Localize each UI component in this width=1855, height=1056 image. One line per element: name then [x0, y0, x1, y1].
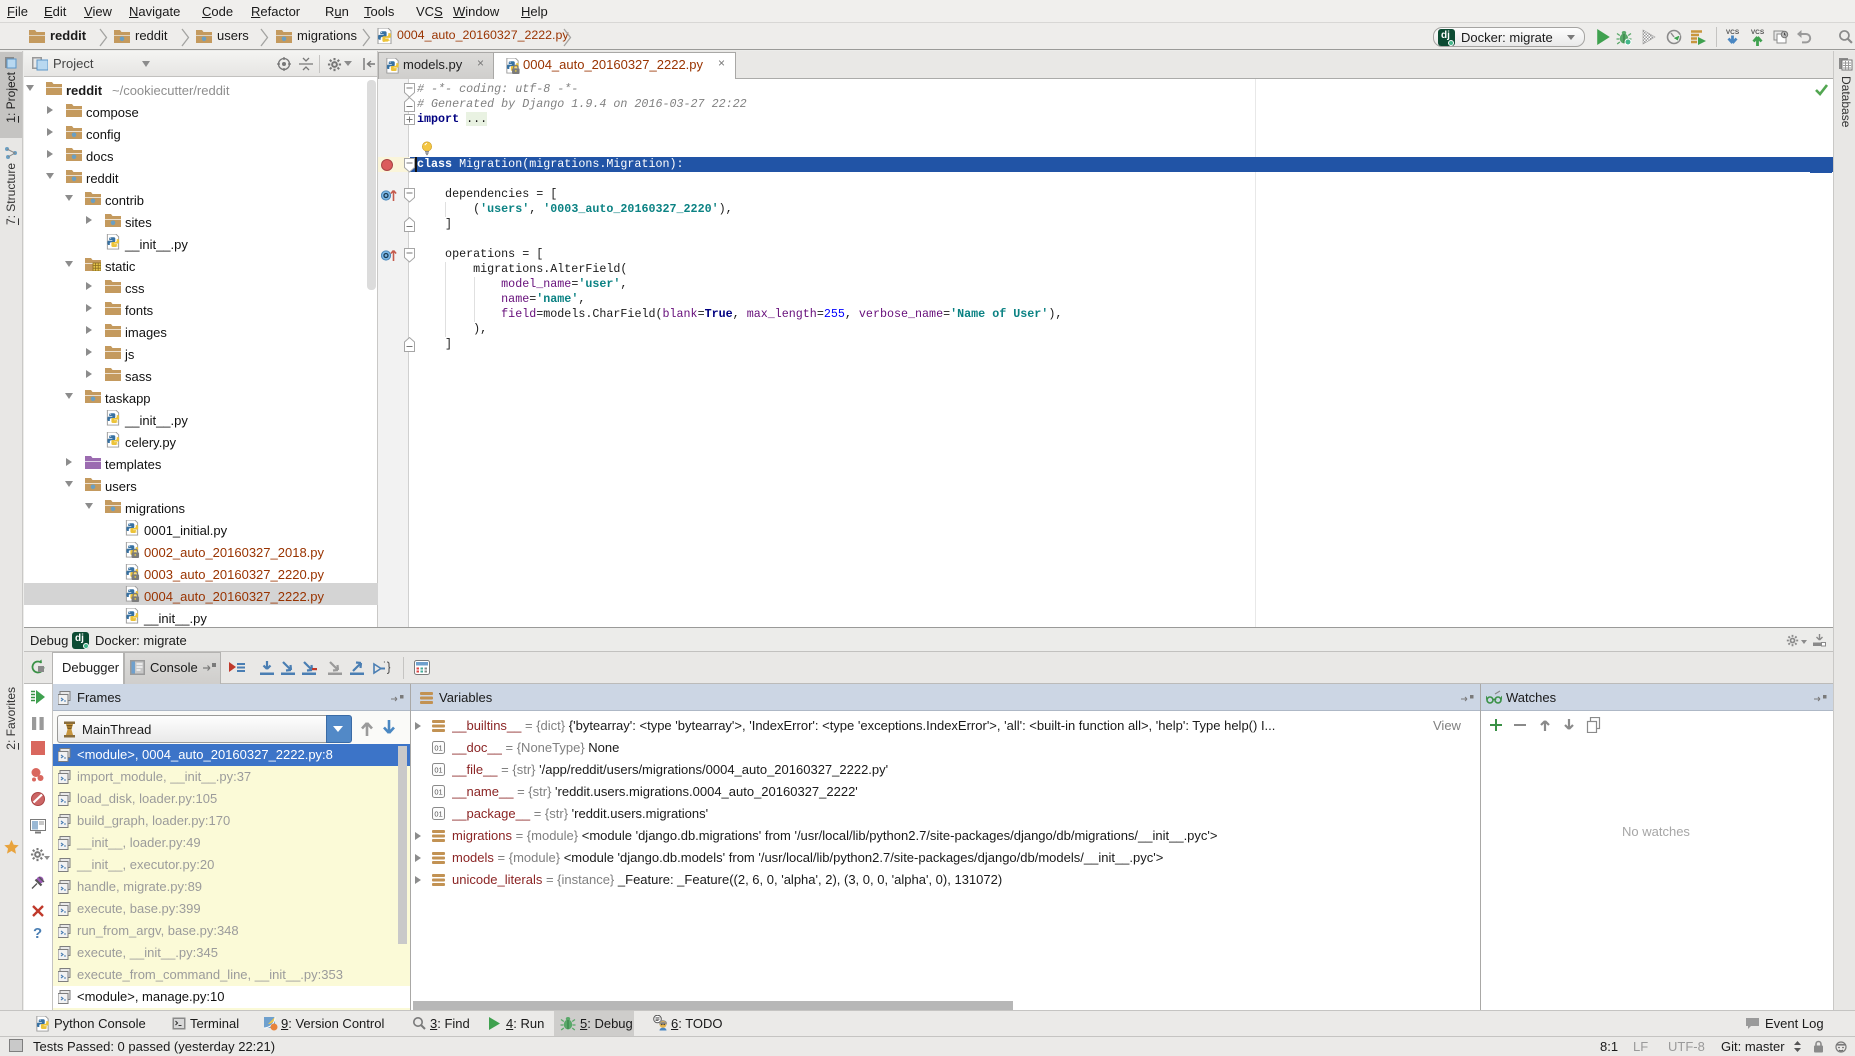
svg-text:VCS: VCS — [1726, 29, 1740, 36]
svg-text:VCS: VCS — [1751, 29, 1765, 36]
